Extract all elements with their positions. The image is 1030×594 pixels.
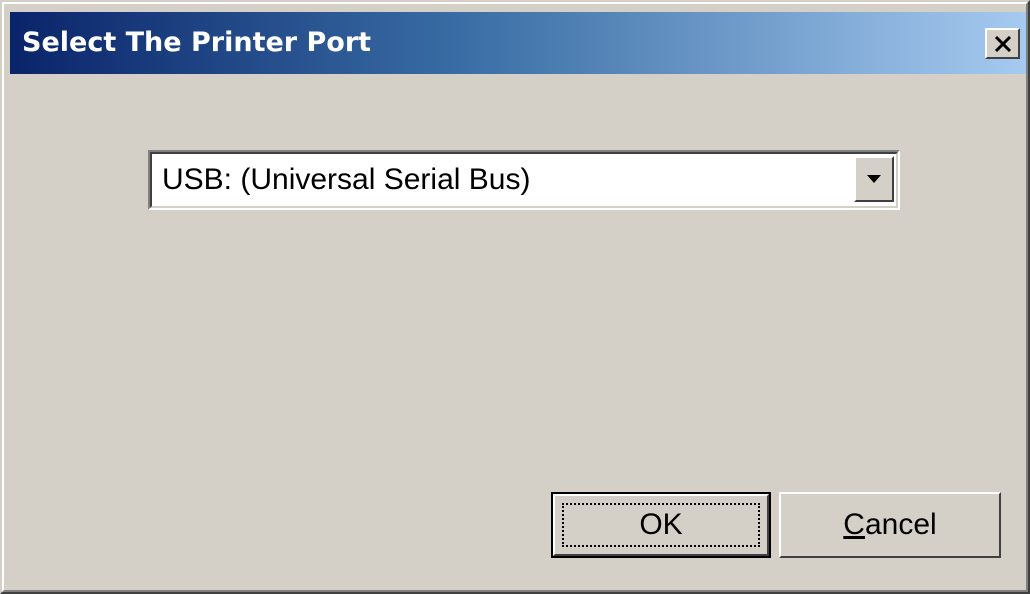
cancel-button-label: Cancel [843,508,936,542]
selected-port-value: USB: (Universal Serial Bus) [162,163,531,196]
ok-button[interactable]: OK [551,492,771,558]
cancel-button[interactable]: Cancel [779,492,1001,558]
cancel-mnemonic: C [843,508,865,541]
printer-port-select[interactable]: USB: (Universal Serial Bus) [148,150,900,210]
select-printer-port-dialog: Select The Printer Port USB: (Universal … [0,0,1030,594]
ok-button-label: OK [639,508,683,541]
cancel-label-rest: ancel [864,508,937,541]
title-bar[interactable]: Select The Printer Port [10,12,1026,74]
close-button[interactable] [985,28,1020,59]
dialog-title: Select The Printer Port [22,27,372,58]
select-inner-bevel: USB: (Universal Serial Bus) [150,152,898,208]
close-icon [994,35,1012,52]
chevron-down-icon [867,170,881,188]
dropdown-button[interactable] [854,156,894,202]
